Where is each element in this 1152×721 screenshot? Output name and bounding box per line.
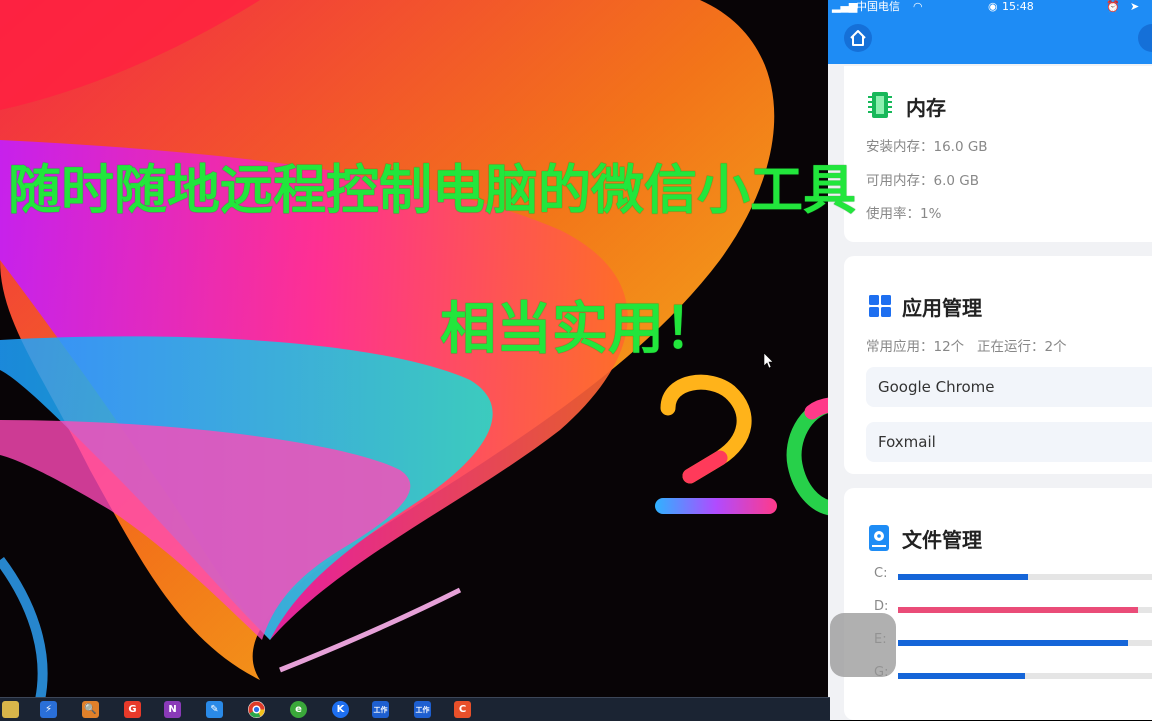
memory-used: 使用率：1% [866,206,942,222]
drive-usage-bar[interactable] [898,673,1152,679]
onenote-icon[interactable]: N [164,701,181,718]
home-button[interactable] [844,24,872,52]
hard-drive-icon [869,525,889,551]
browser-e-icon[interactable]: e [290,701,307,718]
file-management-title: 文件管理 [902,528,982,552]
overlay-headline: 随时随地远程控制电脑的微信小工具 [8,160,856,221]
chrome-icon[interactable] [248,701,265,718]
drive-label: C: [874,566,888,581]
memory-installed: 安装内存：16.0 GB [866,139,988,155]
pen-app-icon[interactable]: ✎ [206,701,223,718]
more-button[interactable] [1138,24,1152,52]
drive-usage-bar[interactable] [898,607,1152,613]
k-app-icon[interactable]: K [332,701,349,718]
overlay-subline: 相当实用！ [440,297,720,362]
drive-label: D: [874,599,889,614]
app-item-foxmail[interactable]: Foxmail [866,422,1152,462]
location-icon: ➤ [1130,0,1140,13]
work-app-icon-1[interactable]: 工作 [372,701,389,718]
search-app-icon[interactable]: 🔍 [82,701,99,718]
drive-usage-fill [898,673,1025,679]
phone-mirror-panel: ▂▄▆ 中国电信 ◠ 15:48 ◉ ⏰ ➤ 内存 安装内存：16.0 GB 可… [828,0,1152,720]
thunder-icon[interactable]: ⚡ [40,701,57,718]
recording-icon: ◉ [988,0,998,13]
c-app-icon[interactable]: C [454,701,471,718]
carrier-label: 中国电信 [856,0,900,13]
app-management-title: 应用管理 [902,296,982,320]
drive-usage-fill [898,574,1028,580]
app-item-chrome[interactable]: Google Chrome [866,367,1152,407]
app-summary: 常用应用：12个 正在运行：2个 [866,339,1067,355]
memory-available: 可用内存：6.0 GB [866,173,979,189]
home-icon [850,30,866,46]
drive-usage-fill [898,640,1128,646]
drive-usage-bar[interactable] [898,574,1152,580]
phone-status-bar: ▂▄▆ 中国电信 ◠ 15:48 ◉ ⏰ ➤ [828,0,1152,14]
drive-usage-bar[interactable] [898,640,1152,646]
drive-usage-fill [898,607,1139,613]
memory-chip-icon [868,92,892,118]
app-grid-icon [869,295,891,317]
file-explorer-icon[interactable] [2,701,19,718]
work-app-icon-2[interactable]: 工作 [414,701,431,718]
alarm-icon: ⏰ [1106,0,1120,13]
windows-taskbar: ⚡ 🔍 G N ✎ e K 工作 工作 C [0,697,830,721]
memory-card: 内存 安装内存：16.0 GB 可用内存：6.0 GB 使用率：1% [844,66,1152,242]
app-header [828,14,1152,64]
file-management-card: 文件管理 C:D:E:G: [844,488,1152,720]
app-management-card: 应用管理 常用应用：12个 正在运行：2个 Google Chrome Foxm… [844,256,1152,474]
status-time: 15:48 [1002,0,1034,13]
signal-icon: ▂▄▆ [832,0,858,13]
floating-assistive-button[interactable] [830,613,896,677]
memory-title: 内存 [906,96,946,120]
wifi-icon: ◠ [913,0,923,13]
g-app-icon[interactable]: G [124,701,141,718]
